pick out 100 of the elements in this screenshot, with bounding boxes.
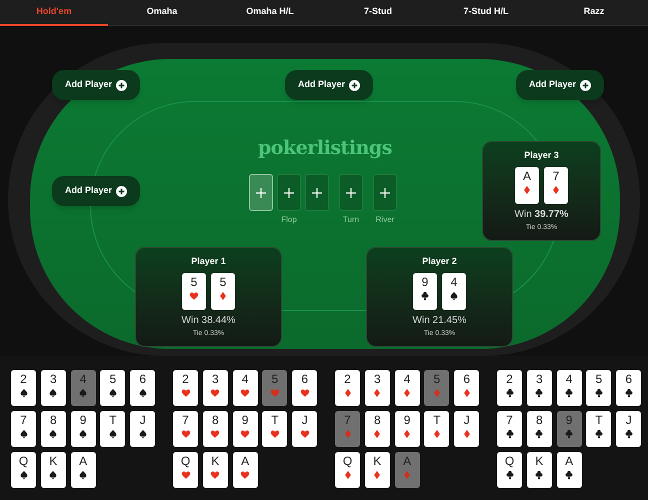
- playing-card[interactable]: 8: [364, 411, 390, 447]
- playing-card[interactable]: K: [364, 452, 390, 488]
- add-card-slot[interactable]: [373, 174, 397, 211]
- card-rank: J: [302, 412, 308, 428]
- plus-icon: [380, 188, 390, 198]
- card-rank: 2: [344, 371, 351, 387]
- card-rank: 6: [301, 371, 308, 387]
- card-rank: 6: [625, 371, 632, 387]
- game-tab[interactable]: 7-Stud H/L: [432, 0, 540, 26]
- spade-icon: [78, 470, 88, 480]
- diamond-icon: [402, 429, 412, 439]
- card-rank: 9: [566, 412, 572, 428]
- playing-card[interactable]: J: [616, 411, 642, 447]
- playing-card[interactable]: 6: [130, 370, 156, 406]
- card-rank: 7: [344, 412, 351, 428]
- add-player-button[interactable]: Add Player: [285, 70, 374, 100]
- playing-card[interactable]: T: [262, 411, 288, 447]
- playing-card[interactable]: J: [454, 411, 480, 447]
- club-icon: [504, 429, 514, 439]
- playing-card[interactable]: A: [70, 452, 96, 488]
- player-name: Player 3: [524, 149, 559, 161]
- playing-card[interactable]: K: [40, 452, 66, 488]
- spade-icon: [48, 470, 58, 480]
- spade-icon: [108, 429, 118, 439]
- card-rank: Q: [18, 453, 28, 469]
- playing-card[interactable]: J: [292, 411, 318, 447]
- spade-icon: [18, 388, 28, 398]
- playing-card[interactable]: K: [526, 452, 552, 488]
- card-rank: 6: [463, 371, 470, 387]
- add-card-slot[interactable]: [339, 174, 363, 211]
- playing-card[interactable]: 4: [232, 370, 258, 406]
- add-card-slot[interactable]: [305, 174, 329, 211]
- card-rank: Q: [342, 453, 352, 469]
- playing-card[interactable]: 7: [11, 411, 36, 447]
- playing-card[interactable]: 3: [526, 370, 552, 406]
- playing-card[interactable]: 2: [11, 370, 36, 406]
- add-player-button[interactable]: Add Player: [516, 70, 604, 100]
- heart-icon: [240, 388, 250, 398]
- heart-icon: [240, 429, 250, 439]
- playing-card[interactable]: 6: [292, 370, 318, 406]
- card-rank: 4: [450, 274, 458, 290]
- playing-card[interactable]: 7: [497, 411, 522, 447]
- heart-icon: [240, 470, 250, 480]
- playing-card[interactable]: J: [130, 411, 156, 447]
- playing-card[interactable]: Q: [173, 452, 198, 488]
- heart-icon: [210, 388, 220, 398]
- playing-card[interactable]: 2: [173, 370, 198, 406]
- add-card-slot[interactable]: [249, 174, 273, 211]
- card-rank: 4: [566, 371, 572, 387]
- playing-card[interactable]: A: [232, 452, 258, 488]
- card-rank: 8: [536, 412, 543, 428]
- playing-card[interactable]: 5: [586, 370, 612, 406]
- heart-icon: [300, 388, 310, 398]
- playing-card[interactable]: 8: [202, 411, 228, 447]
- playing-card[interactable]: 4: [394, 370, 420, 406]
- club-icon: [534, 388, 544, 398]
- playing-card[interactable]: T: [100, 411, 126, 447]
- playing-card[interactable]: 6: [454, 370, 480, 406]
- diamond-icon: [372, 470, 382, 480]
- add-player-button[interactable]: Add Player: [52, 70, 140, 100]
- card-rank: A: [241, 453, 250, 469]
- win-percentage: Win 38.44%: [182, 314, 236, 328]
- playing-card[interactable]: 8: [526, 411, 552, 447]
- playing-card[interactable]: Q: [11, 452, 36, 488]
- playing-card[interactable]: 7: [173, 411, 198, 447]
- card-rank: A: [522, 168, 531, 184]
- card-rank: 3: [212, 371, 219, 387]
- playing-card[interactable]: T: [586, 411, 612, 447]
- playing-card[interactable]: 5: [100, 370, 126, 406]
- playing-card[interactable]: 4: [556, 370, 582, 406]
- playing-card[interactable]: 9: [232, 411, 258, 447]
- playing-card[interactable]: Q: [335, 452, 360, 488]
- playing-card[interactable]: A: [556, 452, 582, 488]
- diamond-icon: [342, 470, 352, 480]
- game-tab[interactable]: 7-Stud: [324, 0, 432, 26]
- card-rank: T: [433, 412, 441, 428]
- plus-circle-icon: [116, 186, 128, 196]
- playing-card[interactable]: 2: [335, 370, 360, 406]
- playing-card[interactable]: K: [202, 452, 228, 488]
- playing-card[interactable]: 9: [70, 411, 96, 447]
- playing-card[interactable]: 9: [394, 411, 420, 447]
- diamond-icon: [342, 429, 352, 439]
- card-rank: 2: [506, 371, 513, 387]
- playing-card[interactable]: 3: [40, 370, 66, 406]
- card-rank: 8: [374, 412, 381, 428]
- card-rank: 5: [190, 274, 198, 290]
- playing-card[interactable]: 3: [364, 370, 390, 406]
- add-card-slot[interactable]: [277, 174, 301, 211]
- card-rank: 4: [404, 371, 410, 387]
- playing-card[interactable]: 2: [497, 370, 522, 406]
- game-tab[interactable]: Razz: [540, 0, 648, 26]
- playing-card[interactable]: 3: [202, 370, 228, 406]
- playing-card[interactable]: T: [424, 411, 450, 447]
- add-player-button[interactable]: Add Player: [52, 176, 140, 206]
- game-tab[interactable]: Omaha H/L: [216, 0, 324, 26]
- playing-card[interactable]: 6: [616, 370, 642, 406]
- plus-circle-icon: [349, 80, 360, 90]
- game-tab[interactable]: Omaha: [108, 0, 216, 26]
- playing-card[interactable]: 8: [40, 411, 66, 447]
- playing-card[interactable]: Q: [497, 452, 522, 488]
